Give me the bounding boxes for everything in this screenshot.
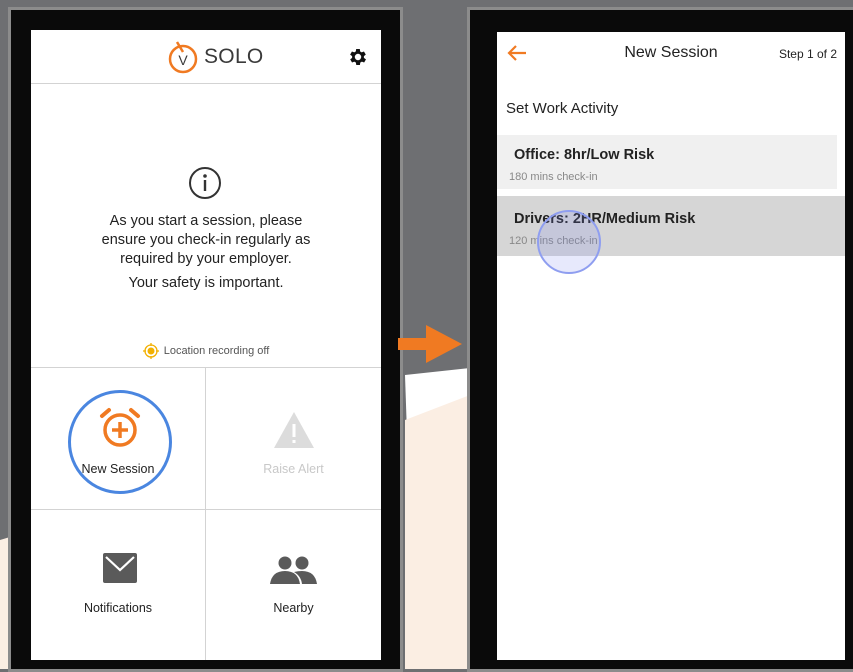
phone-frame-right: New Session Step 1 of 2 Set Work Activit… <box>467 7 853 672</box>
home-screen: V SOLO As you start a session, please en… <box>31 30 381 660</box>
nav-bar: New Session Step 1 of 2 <box>497 32 845 76</box>
activity-title: Office: 8hr/Low Risk <box>514 147 655 163</box>
solo-logo: V SOLO <box>166 40 264 74</box>
warning-triangle-icon <box>274 412 314 448</box>
location-status: Location recording off <box>31 343 381 359</box>
activity-item-office[interactable]: Office: 8hr/Low Risk 180 mins check-in <box>497 135 837 189</box>
info-line-2: ensure you check-in regularly as <box>101 232 311 248</box>
info-line-3: required by your employer. <box>120 251 292 267</box>
section-title: Set Work Activity <box>506 100 619 117</box>
people-icon <box>270 556 317 584</box>
transition-arrow-icon <box>398 325 462 363</box>
step-indicator: Step 1 of 2 <box>778 47 837 61</box>
nearby-button[interactable]: Nearby <box>206 510 381 660</box>
raise-alert-button[interactable]: Raise Alert <box>206 368 381 510</box>
activity-subtitle: 180 mins check-in <box>509 171 598 183</box>
logo-text: SOLO <box>204 45 264 68</box>
location-icon <box>142 343 159 359</box>
logo-icon: V <box>168 41 198 74</box>
new-session-button[interactable]: New Session <box>31 368 206 510</box>
location-status-text: Location recording off <box>163 345 270 357</box>
envelope-icon <box>103 553 137 583</box>
nearby-label: Nearby <box>273 601 314 615</box>
notifications-button[interactable]: Notifications <box>31 510 206 660</box>
action-grid: New Session Raise Alert Notifications Ne… <box>31 367 381 660</box>
notifications-label: Notifications <box>83 601 153 615</box>
logo-letter: V <box>178 52 188 68</box>
phone-frame-left: V SOLO As you start a session, please en… <box>8 7 403 672</box>
app-header: V SOLO <box>31 30 381 84</box>
tap-indicator <box>537 210 601 274</box>
new-session-screen: New Session Step 1 of 2 Set Work Activit… <box>497 32 845 660</box>
highlight-ring <box>68 390 172 494</box>
info-icon <box>189 167 221 199</box>
safety-message: Your safety is important. <box>128 275 284 291</box>
info-line-1: As you start a session, please <box>109 213 303 229</box>
info-message: As you start a session, please ensure yo… <box>31 212 381 269</box>
raise-alert-label: Raise Alert <box>263 462 324 476</box>
gear-icon[interactable] <box>347 46 369 68</box>
